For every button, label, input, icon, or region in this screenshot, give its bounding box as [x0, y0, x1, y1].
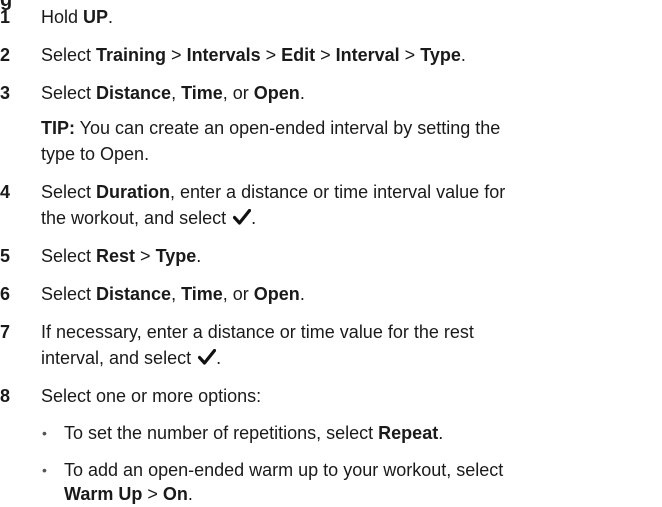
tip-line-2: type to Open. — [41, 144, 150, 164]
bullet-text: To set the number of repetitions, select… — [64, 420, 659, 446]
text-run: . — [108, 7, 114, 27]
menu-name-type: Type — [420, 45, 461, 65]
bullet-text-line-2: Warm Up > On. — [64, 481, 659, 507]
text-run: To add an open-ended warm up to your wor… — [64, 460, 504, 480]
step-text-line-2: the workout, and select . — [41, 205, 656, 231]
menu-name-interval: Interval — [335, 45, 400, 65]
option-name-on: On — [162, 484, 188, 504]
menu-name-edit: Edit — [281, 45, 316, 65]
button-name-up: UP — [83, 7, 109, 27]
option-name-open: Open — [253, 284, 300, 304]
text-run: , enter a distance or time interval valu… — [170, 182, 506, 202]
step-text: Select Distance, Time, or Open. — [41, 281, 656, 307]
step-number: 6 — [0, 284, 11, 304]
text-run: , or — [222, 83, 254, 103]
text-run: > — [260, 45, 282, 65]
text-run: To set the number of repetitions, select — [64, 423, 379, 443]
text-run: , — [171, 83, 182, 103]
step-text-line-1: Select Duration, enter a distance or tim… — [41, 179, 656, 205]
tip-text: You can create an open-ended interval by… — [75, 118, 501, 138]
bullet-text-line-1: To add an open-ended warm up to your wor… — [64, 457, 659, 483]
step-number: 8 — [0, 386, 11, 406]
option-name-duration: Duration — [96, 182, 171, 202]
step-number: 2 — [0, 45, 11, 65]
step-text: Hold UP. — [41, 4, 656, 30]
text-run: . — [438, 423, 444, 443]
step-number: 3 — [0, 83, 11, 103]
option-name-warm-up: Warm Up — [64, 484, 143, 504]
text-run: > — [166, 45, 187, 65]
step-text-line-2: interval, and select . — [41, 345, 656, 371]
text-run: . — [299, 83, 305, 103]
menu-name-intervals: Intervals — [186, 45, 261, 65]
option-name-distance: Distance — [96, 284, 172, 304]
text-run: Select — [41, 284, 97, 304]
document-page: g 1 Hold UP. 2 Select Training > Interva… — [0, 0, 662, 504]
text-run: . — [251, 208, 257, 228]
text-run: . — [460, 45, 466, 65]
step-number: 5 — [0, 246, 11, 266]
text-run: , — [171, 284, 182, 304]
checkmark-icon — [233, 209, 252, 225]
bullet-marker: • — [42, 462, 47, 478]
step-text: Select Distance, Time, or Open. — [41, 80, 656, 106]
text-run: Select — [41, 45, 97, 65]
option-name-time: Time — [181, 83, 223, 103]
text-run: . — [187, 484, 193, 504]
step-number: 4 — [0, 182, 11, 202]
text-run: > — [399, 45, 421, 65]
text-run: > — [135, 246, 156, 266]
menu-name-rest: Rest — [96, 246, 136, 266]
text-run: Select — [41, 83, 97, 103]
option-name-open: Open — [253, 83, 300, 103]
step-text: Select one or more options: — [41, 383, 656, 409]
text-run: . — [216, 348, 222, 368]
tip-line-1: TIP: You can create an open-ended interv… — [41, 115, 656, 141]
bullet-marker: • — [42, 425, 47, 441]
text-run: . — [299, 284, 305, 304]
option-name-distance: Distance — [96, 83, 172, 103]
step-text-line-1: If necessary, enter a distance or time v… — [41, 319, 656, 345]
text-run: . — [196, 246, 202, 266]
text-run: > — [315, 45, 336, 65]
text-run: Select one or more options: — [41, 386, 262, 406]
option-name-time: Time — [181, 284, 223, 304]
menu-name-type: Type — [155, 246, 197, 266]
text-run: > — [142, 484, 163, 504]
text-run: Select — [41, 182, 97, 202]
step-text: Select Training > Intervals > Edit > Int… — [41, 42, 656, 68]
step-text: Select Rest > Type. — [41, 243, 656, 269]
text-run: the workout, and select — [41, 208, 232, 228]
text-run: Hold — [41, 7, 84, 27]
checkmark-icon — [198, 349, 217, 365]
step-number: 1 — [0, 7, 11, 27]
step-number: 7 — [0, 322, 11, 342]
menu-name-training: Training — [96, 45, 167, 65]
text-run: Select — [41, 246, 97, 266]
tip-label: TIP: — [41, 118, 75, 138]
option-name-repeat: Repeat — [378, 423, 439, 443]
text-run: If necessary, enter a distance or time v… — [41, 322, 474, 342]
text-run: , or — [222, 284, 254, 304]
text-run: interval, and select — [41, 348, 197, 368]
